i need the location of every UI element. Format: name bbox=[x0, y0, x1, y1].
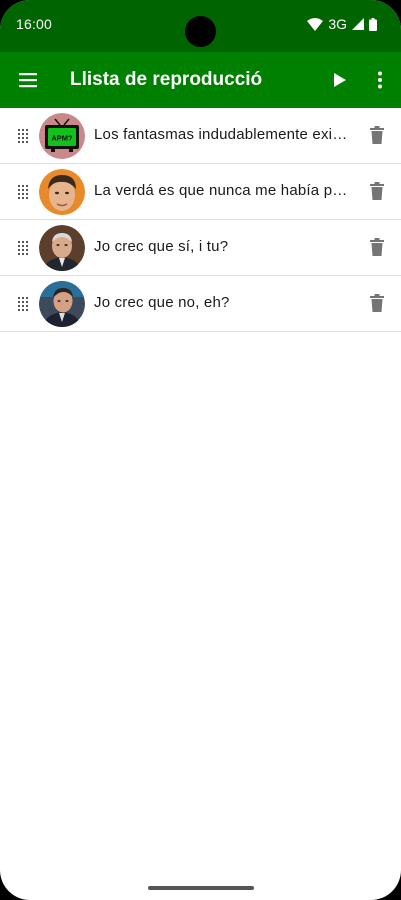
list-item-text: Jo crec que no, eh? bbox=[94, 294, 230, 311]
politician-portrait-avatar bbox=[39, 281, 85, 327]
politician-portrait-avatar bbox=[39, 225, 85, 271]
drag-handle-icon[interactable] bbox=[17, 240, 29, 256]
hamburger-menu-icon[interactable] bbox=[14, 66, 42, 94]
status-icons: 3G bbox=[307, 16, 377, 32]
wifi-icon bbox=[307, 17, 324, 31]
list-item-text: Jo crec que sí, i tu? bbox=[94, 238, 229, 255]
play-icon[interactable] bbox=[326, 66, 354, 94]
trash-icon[interactable] bbox=[366, 292, 388, 314]
list-item-text: La verdá es que nunca me había preguntad… bbox=[94, 182, 352, 199]
trash-icon[interactable] bbox=[366, 180, 388, 202]
trash-icon[interactable] bbox=[366, 236, 388, 258]
battery-icon bbox=[369, 17, 377, 31]
camera-cutout bbox=[185, 16, 216, 47]
drag-handle-icon[interactable] bbox=[17, 184, 29, 200]
list-item-text: Los fantasmas indudablemente existen bbox=[94, 126, 352, 143]
network-type: 3G bbox=[328, 16, 347, 32]
man-portrait-avatar bbox=[39, 169, 85, 215]
page-title: Llista de reproducció bbox=[70, 69, 263, 90]
tv-apm-avatar: APM? bbox=[39, 113, 85, 159]
playlist: APM? Los fantasmas indudablemente existe… bbox=[0, 108, 401, 332]
list-item[interactable]: Jo crec que no, eh? bbox=[0, 276, 401, 332]
status-bar: 16:00 3G bbox=[0, 0, 401, 52]
status-time: 16:00 bbox=[16, 16, 53, 32]
drag-handle-icon[interactable] bbox=[17, 128, 29, 144]
signal-icon bbox=[352, 18, 364, 30]
app-bar: Llista de reproducció bbox=[0, 52, 401, 108]
list-item[interactable]: La verdá es que nunca me había preguntad… bbox=[0, 164, 401, 220]
home-indicator[interactable] bbox=[148, 886, 254, 890]
list-item[interactable]: Jo crec que sí, i tu? bbox=[0, 220, 401, 276]
tv-logo-text: APM? bbox=[51, 134, 73, 143]
trash-icon[interactable] bbox=[366, 124, 388, 146]
drag-handle-icon[interactable] bbox=[17, 296, 29, 312]
more-vert-icon[interactable] bbox=[366, 66, 394, 94]
list-item[interactable]: APM? Los fantasmas indudablemente existe… bbox=[0, 108, 401, 164]
phone-screen: 16:00 3G Llista de reproducció APM? Los … bbox=[0, 0, 401, 900]
